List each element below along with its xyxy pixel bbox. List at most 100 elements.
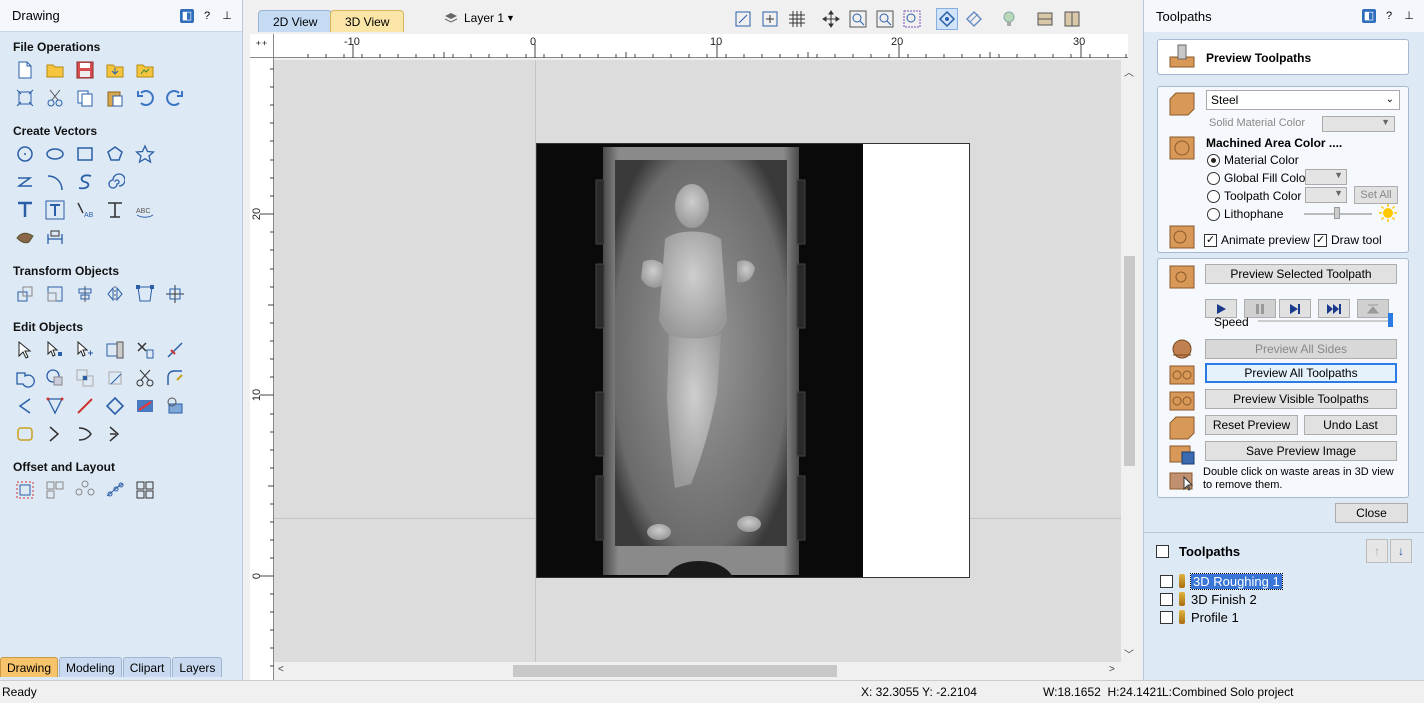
new-file-icon[interactable] [14,59,36,81]
draw-tool-checkbox[interactable]: ✓ Draw tool [1314,232,1382,248]
offset-edit-icon[interactable] [104,367,126,389]
selection-tools-icon[interactable] [104,339,126,361]
open-file-icon[interactable] [44,59,66,81]
grid-icon[interactable] [786,8,808,30]
subtract-icon[interactable] [44,367,66,389]
checkbox[interactable]: ✓ [1204,233,1217,247]
mirror-icon[interactable] [104,283,126,305]
select-all-checkbox[interactable] [1156,545,1169,558]
step-button[interactable] [1279,299,1311,318]
pin-icon[interactable]: ⊥ [220,9,234,23]
tab-layers[interactable]: Layers [172,657,223,677]
copy-along-vector-icon[interactable] [104,479,126,501]
pan-icon[interactable] [820,8,842,30]
intersect-icon[interactable] [74,367,96,389]
show-toolpaths-icon[interactable] [963,8,985,30]
vector-validator-icon[interactable] [164,395,186,417]
cut-icon[interactable] [44,87,66,109]
scissors-icon[interactable] [134,367,156,389]
show-relief-icon[interactable] [1061,8,1083,30]
radio-button[interactable] [1207,207,1220,221]
show-vectors-icon[interactable] [936,8,958,30]
paste-icon[interactable] [104,87,126,109]
extend-icon[interactable] [14,395,36,417]
text-icon[interactable] [14,199,36,221]
weld-icon[interactable] [14,367,36,389]
distort-icon[interactable] [134,283,156,305]
pin-icon[interactable]: ⊥ [1402,9,1416,23]
smooth-nodes-icon[interactable] [104,395,126,417]
drawing-canvas[interactable] [274,60,1121,662]
star-icon[interactable] [134,143,156,165]
set-size-icon[interactable] [44,283,66,305]
curve-icon[interactable] [74,171,96,193]
polyline-icon[interactable] [14,171,36,193]
solid-material-color-select[interactable]: ▼ [1322,116,1395,132]
undo-last-button[interactable]: Undo Last [1304,415,1397,435]
preview-visible-toolpaths-button[interactable]: Preview Visible Toolpaths [1205,389,1397,409]
ellipse-icon[interactable] [44,143,66,165]
horizontal-scroll-thumb[interactable] [513,665,837,677]
arc-text-icon[interactable]: ABC [134,199,156,221]
snap-to-grid-icon[interactable] [759,8,781,30]
transform-edit-icon[interactable] [74,339,96,361]
skip-to-end-button[interactable] [1318,299,1350,318]
radio-button[interactable] [1207,171,1220,185]
move-down-icon[interactable]: ↓ [1390,539,1412,563]
text-box-icon[interactable] [44,199,66,221]
undo-icon[interactable] [134,87,156,109]
circular-copy-icon[interactable] [74,479,96,501]
radio-button[interactable] [1207,189,1220,203]
scroll-left-icon[interactable]: < [278,664,284,675]
radio-button[interactable] [1207,153,1220,167]
sun-icon[interactable] [1378,203,1398,223]
nodes-mid-icon[interactable] [104,423,126,445]
import-bitmap-icon[interactable] [134,59,156,81]
checkbox[interactable]: ✓ [1314,233,1327,247]
job-size-icon[interactable] [14,87,36,109]
horizontal-scrollbar[interactable]: < > [274,662,1121,680]
reset-preview-button[interactable]: Reset Preview [1205,415,1298,435]
light-icon[interactable] [998,8,1020,30]
material-block[interactable] [536,143,970,578]
lithophane-slider-thumb[interactable] [1334,207,1340,219]
tab-drawing[interactable]: Drawing [0,657,59,677]
pause-button[interactable] [1244,299,1276,318]
tab-2d-view[interactable]: 2D View [258,10,333,32]
zoom-selection-icon[interactable] [874,8,896,30]
dock-icon[interactable]: ◧ [180,8,194,23]
zoom-material-icon[interactable] [901,8,923,30]
vector-texture-icon[interactable] [134,395,156,417]
animate-preview-checkbox[interactable]: ✓ Animate preview [1204,232,1310,248]
vertical-scrollbar[interactable]: ︿ ﹀ [1121,60,1138,662]
text-on-curve-icon[interactable]: AB [74,199,96,221]
radio-global-fill-color[interactable]: Global Fill Color [1207,170,1309,186]
zoom-extents-icon[interactable] [732,8,754,30]
set-all-button[interactable]: Set All [1354,186,1398,204]
select-icon[interactable] [14,339,36,361]
zoom-in-icon[interactable] [847,8,869,30]
list-item[interactable]: Profile 1 [1160,608,1282,626]
scroll-right-icon[interactable]: > [1109,664,1115,675]
layer-dropdown[interactable]: Layer 1 ▼ [444,9,515,27]
tab-clipart[interactable]: Clipart [122,657,172,677]
list-item[interactable]: 3D Finish 2 [1160,590,1282,608]
copy-icon[interactable] [74,87,96,109]
speed-slider[interactable] [1258,320,1392,322]
node-edit-icon[interactable] [44,339,66,361]
anchor-icon[interactable] [164,283,186,305]
preview-all-toolpaths-button[interactable]: Preview All Toolpaths [1205,363,1397,383]
help-icon[interactable]: ? [1382,9,1396,23]
delete-selection-icon[interactable] [134,339,156,361]
move-up-icon[interactable]: ↑ [1366,539,1388,563]
checkbox[interactable] [1160,592,1173,606]
redo-icon[interactable] [164,87,186,109]
scroll-down-icon[interactable]: ﹀ [1124,646,1134,661]
nesting-icon[interactable] [44,479,66,501]
auto-layout-text-icon[interactable] [104,199,126,221]
material-select[interactable]: Steel ⌄ [1206,90,1400,110]
rectangle-icon[interactable] [74,143,96,165]
toolpath-color-select[interactable]: ▼ [1305,187,1347,203]
vertical-scroll-thumb[interactable] [1124,256,1135,466]
close-button[interactable]: Close [1335,503,1408,523]
